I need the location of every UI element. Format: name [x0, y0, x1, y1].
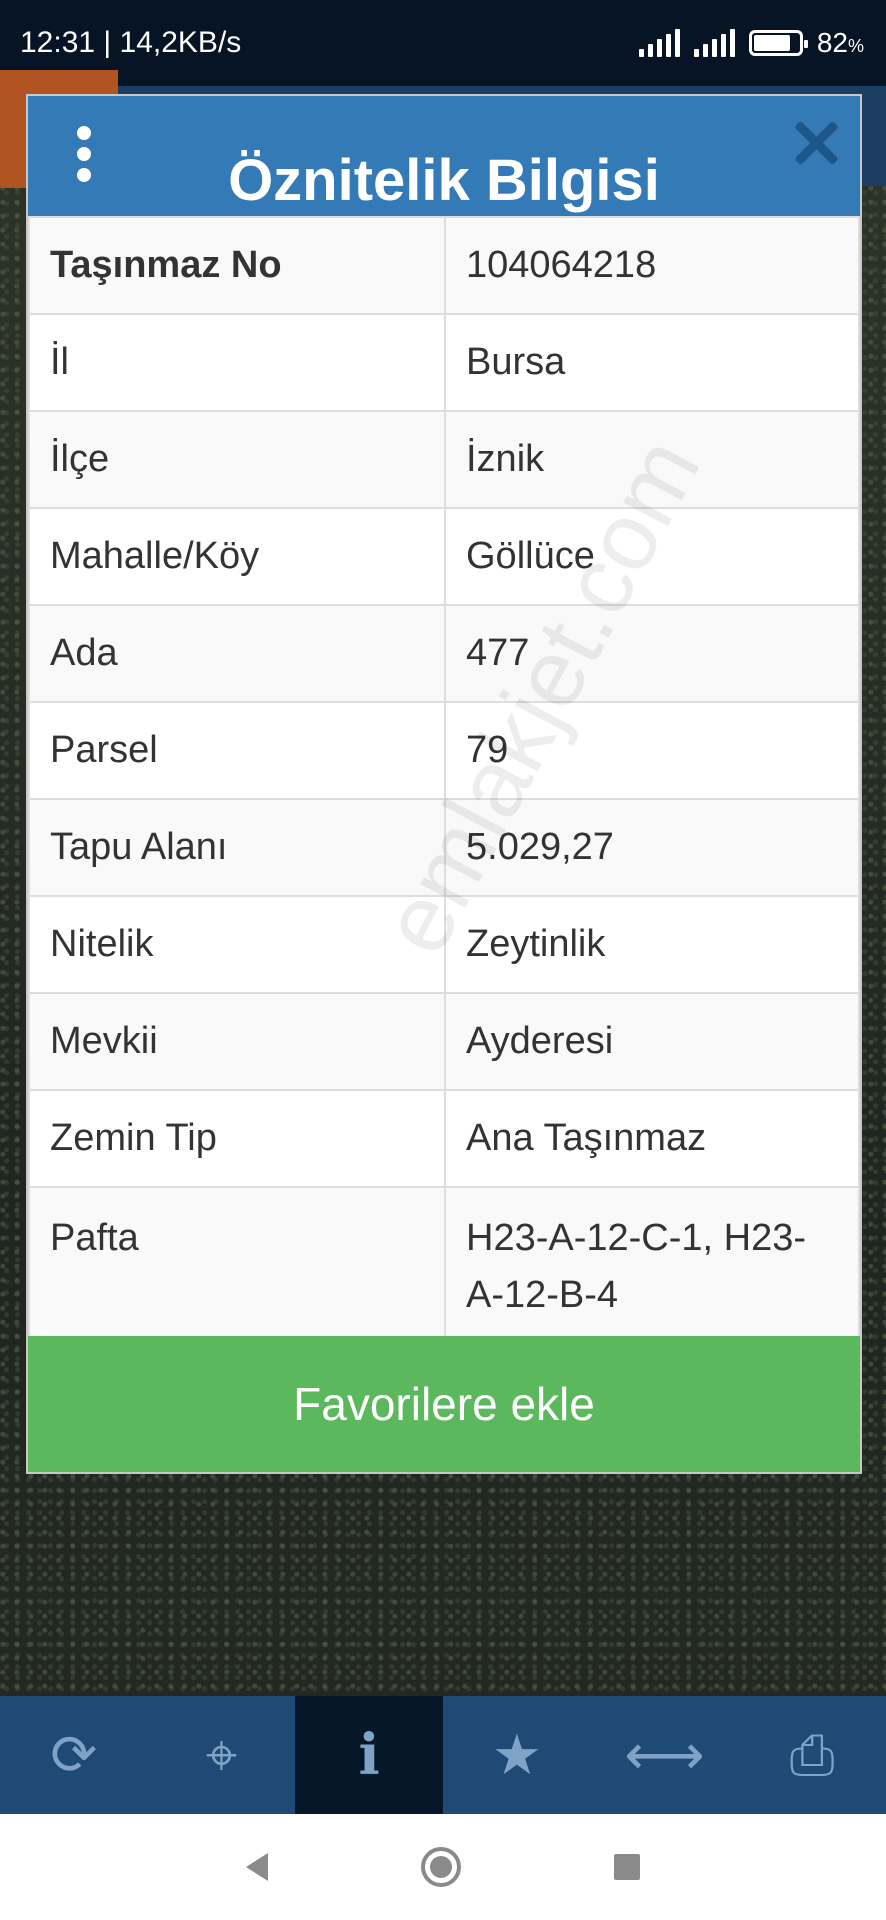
star-icon: ★ [491, 1723, 542, 1786]
table-row: Parsel 79 [28, 701, 860, 800]
table-row: Nitelik Zeytinlik [28, 895, 860, 994]
table-row: Ada 477 [28, 604, 860, 703]
attribute-value: Bursa [444, 313, 860, 412]
status-icons: 82% [638, 27, 864, 59]
dialog-header: Öznitelik Bilgisi [28, 96, 860, 216]
attribute-key: Mahalle/Köy [28, 507, 446, 606]
mobile-signal-icon-1 [638, 29, 680, 57]
battery-icon [748, 30, 808, 56]
toolbar-button-info[interactable]: i [295, 1696, 444, 1814]
close-icon[interactable] [792, 120, 838, 166]
attribute-info-dialog: Öznitelik Bilgisi Taşınmaz No 104064218 İl… [26, 94, 862, 1474]
attribute-value: 5.029,27 [444, 798, 860, 897]
add-to-favorites-button[interactable]: Favorilere ekle [28, 1336, 860, 1472]
attribute-value: 477 [444, 604, 860, 703]
table-row: Pafta H23-A-12-C-1, H23-A-12-B-4 [28, 1186, 860, 1340]
attribute-value: İznik [444, 410, 860, 509]
attribute-value: Zeytinlik [444, 895, 860, 994]
attribute-table: Taşınmaz No 104064218 İl Bursa İlçe İznik Maha… [28, 216, 860, 1340]
table-row: Mahalle/Köy Göllüce [28, 507, 860, 606]
table-row: Tapu Alanı 5.029,27 [28, 798, 860, 897]
recent-apps-icon[interactable] [613, 1854, 640, 1880]
attribute-key: Taşınmaz No [28, 216, 446, 315]
attribute-key: Nitelik [28, 895, 446, 994]
battery-fill [753, 35, 790, 51]
table-row: İl Bursa [28, 313, 860, 412]
attribute-value: H23-A-12-C-1, H23-A-12-B-4 [444, 1186, 860, 1340]
menu-kebab-icon[interactable] [74, 126, 94, 182]
table-row: Taşınmaz No 104064218 [28, 216, 860, 315]
attribute-key: Parsel [28, 701, 446, 800]
info-icon: i [358, 1722, 380, 1788]
toolbar-button-measure-arrows[interactable]: ⟷ [591, 1696, 739, 1814]
toolbar-button-print[interactable]: ⎙ [738, 1696, 886, 1814]
crosshair-icon: ⌖ [205, 1722, 238, 1786]
print-icon: ⎙ [789, 1722, 835, 1786]
attribute-value: Ayderesi [444, 992, 860, 1091]
refresh-icon: ⟳ [50, 1723, 98, 1786]
bottom-toolbar: ⟳ ⌖ i ★ ⟷ ⎙ [0, 1696, 886, 1814]
toolbar-button-star[interactable]: ★ [443, 1696, 591, 1814]
table-row: İlçe İznik [28, 410, 860, 509]
measure-arrows-icon: ⟷ [624, 1723, 705, 1786]
back-icon[interactable] [246, 1853, 269, 1881]
attribute-value: 104064218 [444, 216, 860, 315]
attribute-key: İlçe [28, 410, 446, 509]
attribute-key: Ada [28, 604, 446, 703]
status-bar: 12:31 | 14,2KB/s 82% [0, 0, 886, 86]
status-time-speed: 12:31 | 14,2KB/s [20, 26, 242, 59]
attribute-value: 79 [444, 701, 860, 800]
battery-percent: 82% [816, 27, 864, 58]
toolbar-button-crosshair[interactable]: ⌖ [148, 1696, 296, 1814]
attribute-key: Zemin Tip [28, 1089, 446, 1188]
table-row: Zemin Tip Ana Taşınmaz [28, 1089, 860, 1188]
mobile-signal-icon-2 [693, 29, 735, 57]
attribute-key: Pafta [28, 1186, 446, 1340]
attribute-key: Mevkii [28, 992, 446, 1091]
dialog-title: Öznitelik Bilgisi [228, 148, 660, 213]
home-icon[interactable] [420, 1847, 461, 1887]
attribute-key: İl [28, 313, 446, 412]
table-row: Mevkii Ayderesi [28, 992, 860, 1091]
attribute-value: Ana Taşınmaz [444, 1089, 860, 1188]
attribute-key: Tapu Alanı [28, 798, 446, 897]
system-navigation-bar [0, 1814, 886, 1920]
toolbar-button-refresh[interactable]: ⟳ [0, 1696, 148, 1814]
attribute-value: Göllüce [444, 507, 860, 606]
